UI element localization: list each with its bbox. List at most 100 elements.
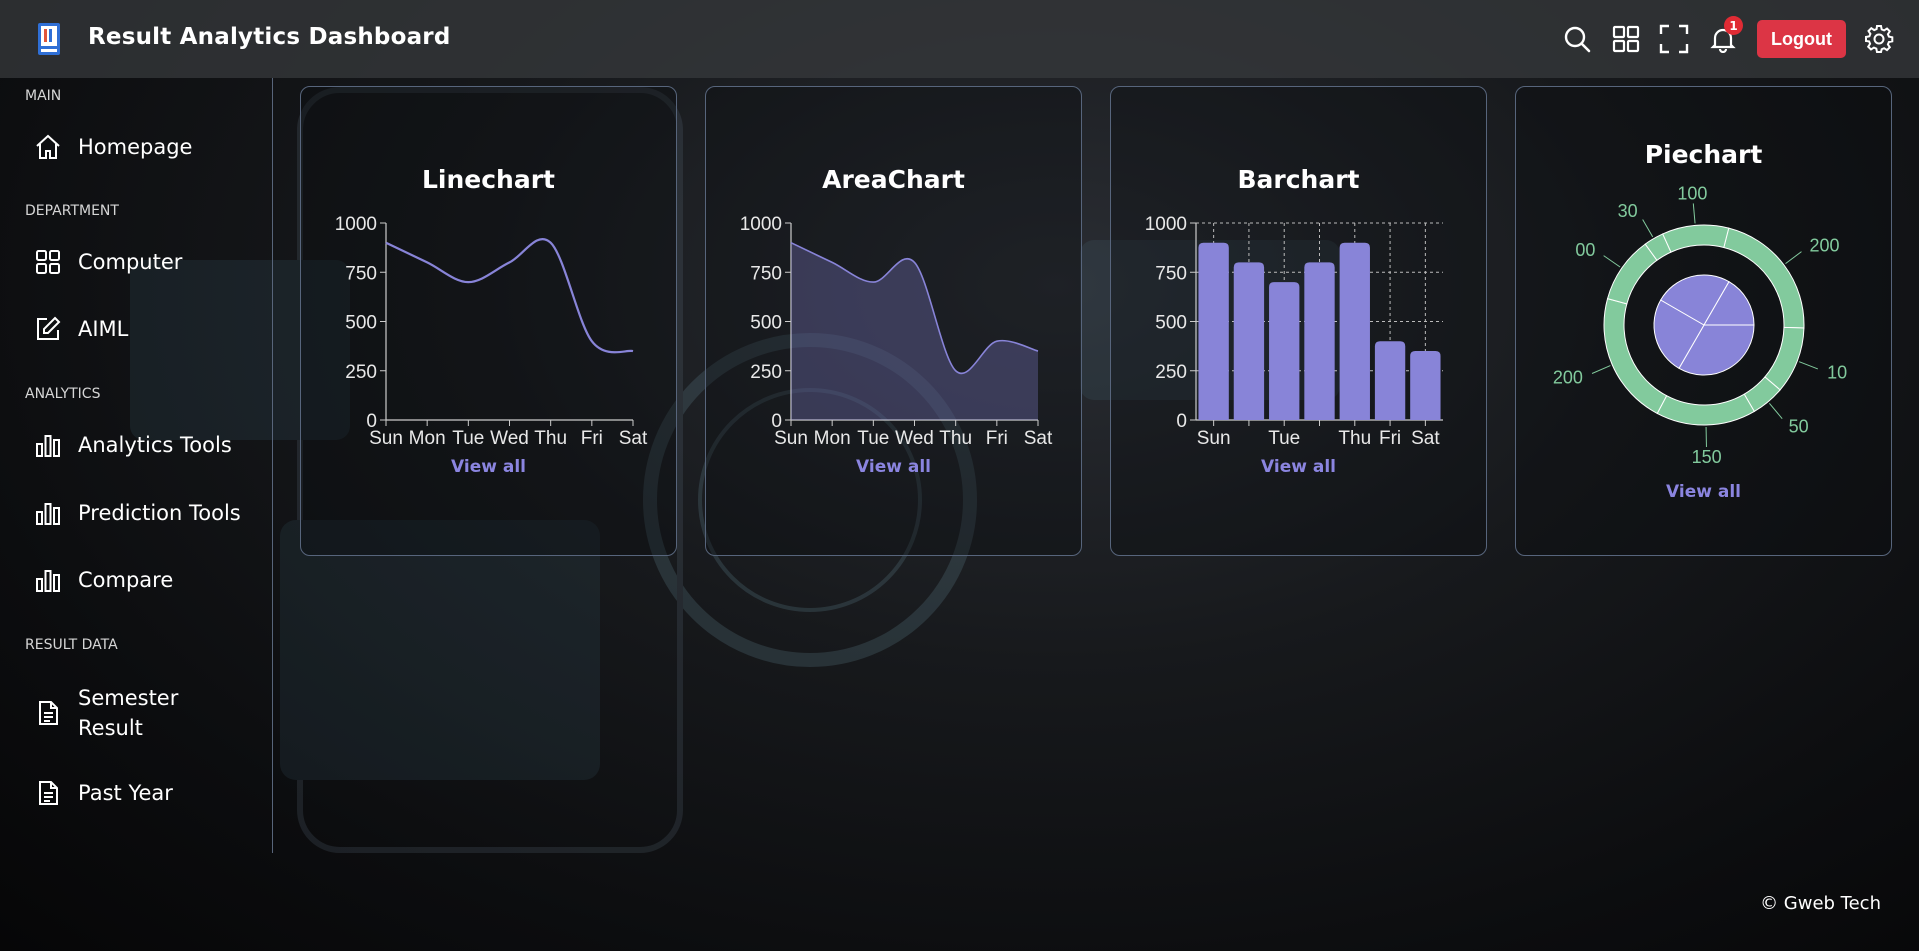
view-all-link[interactable]: View all (1111, 457, 1486, 477)
ring-label: 200 (1553, 367, 1583, 387)
bar (1233, 262, 1265, 420)
footer-copyright: © Gweb Tech (1760, 893, 1881, 914)
sidebar-item-compare[interactable]: Compare (34, 565, 264, 595)
piechart-card: Piechart 200 10 50 150 200 00 30 100 View all (1515, 86, 1892, 556)
ring-label: 00 (1575, 240, 1595, 260)
bar-chart-icon (36, 435, 60, 457)
notification-badge: 1 (1724, 16, 1743, 35)
line-series (385, 238, 634, 354)
y-tick-label: 1000 (335, 214, 377, 235)
sidebar-item-computer[interactable]: Computer (34, 247, 264, 277)
search-icon[interactable] (1560, 22, 1594, 56)
sidebar-section-main: MAIN (25, 88, 62, 104)
y-tick-label: 500 (345, 313, 377, 334)
y-tick-label: 250 (1155, 362, 1187, 383)
y-tick-label: 750 (1155, 263, 1187, 284)
x-tick-label: Sun (1197, 428, 1231, 449)
x-tick-label: Tue (1268, 428, 1300, 449)
y-tick-label: 500 (1155, 313, 1187, 334)
sidebar-item-semester-result[interactable]: Semester Result (34, 683, 264, 743)
ring-slice (1606, 243, 1658, 305)
ring-label-line (1642, 219, 1654, 238)
bell-icon[interactable]: 1 (1706, 16, 1743, 56)
view-all-link[interactable]: View all (706, 457, 1081, 477)
x-tick-label: Fri (986, 428, 1008, 449)
y-tick-label: 1000 (1145, 214, 1187, 235)
x-tick-label: Sat (1024, 428, 1053, 449)
grid-icon (36, 250, 60, 274)
area-fill (791, 242, 1038, 420)
grid-icon[interactable] (1609, 22, 1643, 56)
x-tick-label: Thu (534, 428, 567, 449)
sidebar-item-homepage[interactable]: Homepage (34, 132, 264, 162)
edit-icon (37, 316, 61, 340)
bar (1269, 282, 1300, 420)
ring-label-line (1603, 255, 1621, 268)
ring-label-line (1591, 365, 1611, 374)
document-icon (39, 701, 58, 725)
ring-label: 200 (1809, 236, 1839, 256)
y-tick-label: 750 (345, 263, 377, 284)
logout-button[interactable]: Logout (1757, 20, 1846, 58)
y-tick-label: 500 (750, 313, 782, 334)
y-tick-label: 0 (1176, 411, 1187, 432)
x-tick-label: Fri (1379, 428, 1401, 449)
y-tick-label: 250 (345, 362, 377, 383)
ring-slice (1656, 393, 1755, 426)
x-tick-label: Mon (814, 428, 851, 449)
ring-label: 30 (1618, 201, 1638, 221)
barchart-card: Barchart 0 250 500 750 1000 Sun Tue Thu Fri Sat V… (1110, 86, 1487, 556)
app-title: Result Analytics Dashboard (88, 24, 451, 50)
sidebar-item-label: Analytics Tools (78, 433, 232, 457)
x-tick-label: Thu (939, 428, 972, 449)
view-all-link[interactable]: View all (1516, 482, 1891, 502)
x-tick-label: Sun (774, 428, 808, 449)
ring-label-line (1798, 361, 1819, 370)
ring-label: 10 (1827, 363, 1847, 383)
y-tick-label: 250 (750, 362, 782, 383)
y-tick-label: 750 (750, 263, 782, 284)
bar (1410, 351, 1441, 420)
area-chart: 02505007501000Sun Mon Tue Wed Thu Fri Sat (740, 214, 1053, 449)
ring-label-line (1692, 203, 1696, 224)
bar (1198, 242, 1229, 420)
x-tick-label: Mon (409, 428, 446, 449)
sidebar-item-label: Past Year (78, 781, 173, 805)
line-chart: 02505007501000Sun Mon Tue Wed Thu Fri Sat (335, 214, 648, 449)
bar-chart: 0 250 500 750 1000 Sun Tue Thu Fri Sat (1145, 214, 1443, 449)
bar-chart-icon (36, 503, 60, 525)
fullscreen-icon[interactable] (1657, 22, 1691, 56)
sidebar-item-aiml[interactable]: AIML (34, 314, 264, 344)
ring-slice (1662, 224, 1730, 253)
linechart-card: Linechart 0 250 500 750 1000 Sun Mon Tue Wed Thu F… (300, 86, 677, 556)
bar (1304, 262, 1335, 420)
sidebar-item-label: Compare (78, 568, 174, 592)
gear-icon[interactable] (1862, 22, 1896, 56)
sidebar-section-analytics: ANALYTICS (25, 386, 101, 402)
sidebar-item-label: Prediction Tools (78, 501, 241, 525)
app-logo-icon (38, 23, 60, 55)
bar (1374, 341, 1406, 420)
x-tick-label: Thu (1338, 428, 1371, 449)
ring-label: 150 (1692, 447, 1722, 467)
x-tick-label: Sun (369, 428, 403, 449)
ring-slice (1764, 326, 1805, 391)
sidebar-item-past-year[interactable]: Past Year (34, 778, 264, 808)
x-tick-label: Fri (581, 428, 603, 449)
ring-label-line (1769, 402, 1783, 419)
sidebar-item-label: Semester Result (78, 686, 179, 740)
areachart-card: AreaChart 0 250 500 750 1000 Sun Mon Tue Wed Thu F… (705, 86, 1082, 556)
view-all-link[interactable]: View all (301, 457, 676, 477)
sidebar-item-label: AIML (78, 317, 129, 341)
x-tick-label: Sat (619, 428, 648, 449)
x-tick-label: Sat (1411, 428, 1440, 449)
sidebar-item-prediction-tools[interactable]: Prediction Tools (34, 498, 264, 528)
sidebar-item-label: Computer (78, 250, 183, 274)
sidebar-item-analytics-tools[interactable]: Analytics Tools (34, 430, 264, 460)
bar (1339, 242, 1370, 420)
x-tick-label: Tue (452, 428, 484, 449)
y-tick-label: 1000 (740, 214, 782, 235)
home-icon (36, 134, 60, 159)
sidebar-section-department: DEPARTMENT (25, 203, 119, 219)
ring-label: 50 (1789, 416, 1809, 436)
